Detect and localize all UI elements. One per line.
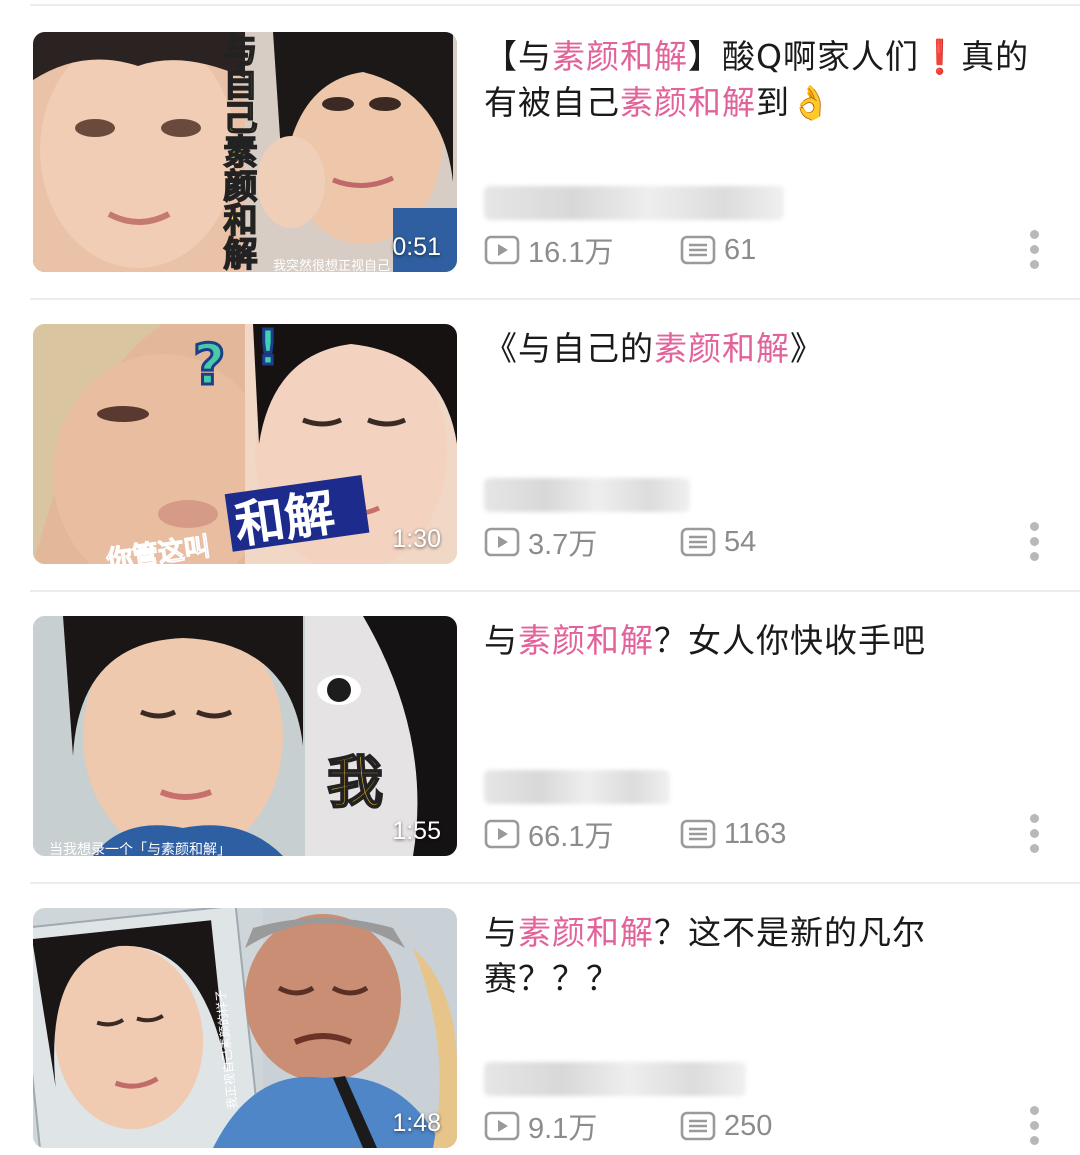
more-vertical-icon[interactable]: [1024, 230, 1044, 274]
views-stat: 9.1万: [484, 1105, 680, 1147]
more-vertical-icon[interactable]: [1024, 1106, 1044, 1150]
thumb-subtitle: 我突然很想正视自己: [273, 258, 390, 272]
video-thumbnail[interactable]: ? ! 你管这叫 和解 1:30: [33, 324, 457, 564]
video-stats: 9.1万 250: [484, 1105, 772, 1147]
uploader-name-blurred[interactable]: [484, 1062, 746, 1096]
views-count: 66.1万: [528, 821, 614, 853]
title-emoji: ❗: [918, 37, 962, 76]
thumb-mark: !: [257, 324, 279, 376]
video-item[interactable]: ? ! 你管这叫 和解 1:30 《与自己的素颜和解》 3.7万 54: [0, 300, 1080, 592]
video-title[interactable]: 《与自己的素颜和解》: [484, 326, 1044, 372]
views-count: 16.1万: [528, 237, 614, 269]
video-duration: 1:30: [392, 525, 441, 553]
views-stat: 66.1万: [484, 813, 680, 855]
comments-count: 61: [724, 233, 757, 266]
title-highlight: 素颜和解: [518, 621, 654, 660]
video-title[interactable]: 【与素颜和解】酸Q啊家人们❗真的有被自己素颜和解到👌: [484, 34, 1044, 126]
comments-count: 250: [724, 1109, 773, 1142]
video-duration: 0:51: [392, 233, 441, 261]
title-text: 到👌: [756, 83, 833, 122]
uploader-name-blurred[interactable]: [484, 770, 670, 804]
thumb-subtitle: 当我想录一个「与素颜和解」: [49, 842, 231, 856]
title-text: 】酸Q啊家人们: [688, 37, 919, 76]
title-highlight: 素颜和解: [518, 913, 654, 952]
danmaku-count-icon: [680, 1111, 716, 1141]
video-title[interactable]: 与素颜和解？女人你快收手吧: [484, 618, 1044, 664]
comments-stat: 250: [680, 1110, 772, 1143]
play-count-icon: [484, 819, 520, 849]
more-vertical-icon[interactable]: [1024, 522, 1044, 566]
title-text: 与: [484, 621, 518, 660]
play-count-icon: [484, 235, 520, 265]
title-highlight: 素颜和解: [654, 329, 790, 368]
danmaku-count-icon: [680, 527, 716, 557]
danmaku-count-icon: [680, 235, 716, 265]
uploader-name-blurred[interactable]: [484, 478, 690, 512]
video-stats: 66.1万 1163: [484, 813, 786, 855]
video-item[interactable]: 我 当我想录一个「与素颜和解」 1:55 与素颜和解？女人你快收手吧 66.1万: [0, 592, 1080, 884]
video-duration: 1:48: [392, 1109, 441, 1137]
title-text: 》: [790, 329, 824, 368]
thumb-caption: 与自己素颜和解: [217, 32, 257, 270]
danmaku-count-icon: [680, 819, 716, 849]
views-stat: 3.7万: [484, 521, 680, 563]
video-feed: 与自己素颜和解 我突然很想正视自己 0:51 【与素颜和解】酸Q啊家人们❗真的有…: [0, 0, 1080, 1155]
more-vertical-icon[interactable]: [1024, 814, 1044, 858]
thumb-caption-big: 我: [327, 751, 383, 816]
play-count-icon: [484, 1111, 520, 1141]
video-item[interactable]: 与自己素颜和解 我突然很想正视自己 0:51 【与素颜和解】酸Q啊家人们❗真的有…: [0, 8, 1080, 300]
divider: [30, 4, 1080, 6]
views-count: 9.1万: [528, 1113, 598, 1145]
title-text: ？女人你快收手吧: [654, 621, 926, 660]
play-count-icon: [484, 527, 520, 557]
video-thumbnail[interactable]: 与自己素颜和解 我突然很想正视自己 0:51: [33, 32, 457, 272]
title-text: 【与: [484, 37, 552, 76]
uploader-name-blurred[interactable]: [484, 186, 784, 220]
comments-count: 1163: [724, 817, 787, 850]
comments-stat: 61: [680, 234, 756, 267]
views-stat: 16.1万: [484, 229, 680, 271]
video-stats: 16.1万 61: [484, 229, 756, 271]
comments-stat: 54: [680, 526, 756, 559]
video-title[interactable]: 与素颜和解？这不是新的凡尔赛？？？: [484, 910, 1044, 1002]
video-thumbnail[interactable]: 我正视自己素颜的样子 1:48: [33, 908, 457, 1148]
video-item[interactable]: 我正视自己素颜的样子 1:48 与素颜和解？这不是新的凡尔赛？？？ 9.1万 2…: [0, 884, 1080, 1155]
video-duration: 1:55: [392, 817, 441, 845]
title-highlight: 素颜和解: [552, 37, 688, 76]
title-text: 《与自己的: [484, 329, 654, 368]
thumb-mark: ?: [193, 333, 225, 398]
comments-stat: 1163: [680, 818, 786, 851]
title-text: 与: [484, 913, 518, 952]
video-thumbnail[interactable]: 我 当我想录一个「与素颜和解」 1:55: [33, 616, 457, 856]
video-stats: 3.7万 54: [484, 521, 756, 563]
views-count: 3.7万: [528, 529, 598, 561]
title-highlight: 素颜和解: [620, 83, 756, 122]
comments-count: 54: [724, 525, 757, 558]
